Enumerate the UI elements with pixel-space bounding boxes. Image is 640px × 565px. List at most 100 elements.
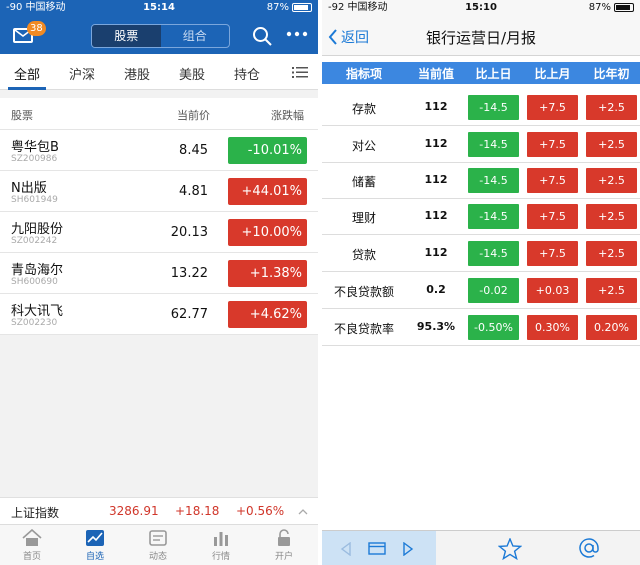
change-badge[interactable]: -10.01%: [228, 137, 307, 164]
tab-feed-label: 动态: [148, 552, 167, 562]
report-row[interactable]: 不良贷款额 0.2 -0.02 +0.03 +2.5: [322, 273, 640, 309]
stock-code: SH600690: [11, 277, 58, 287]
change-badge[interactable]: +4.62%: [228, 301, 307, 328]
stock-name: 粤华包B: [11, 140, 59, 155]
vs-day-cell: -14.5: [468, 241, 519, 266]
tab-holdings[interactable]: 持仓: [234, 64, 260, 83]
tab-us-stocks[interactable]: 美股: [179, 64, 205, 83]
row-value: 112: [424, 246, 448, 259]
column-stock: 股票: [11, 109, 33, 122]
lock-icon: [278, 529, 290, 546]
column-vs-month: 比上月: [534, 67, 571, 81]
tab-shanghai-shenzhen[interactable]: 沪深: [69, 64, 95, 83]
vs-year-cell: 0.20%: [586, 315, 637, 340]
vs-month-cell: +7.5: [527, 132, 578, 157]
tab-home[interactable]: 首页: [12, 529, 52, 562]
stock-code: SZ200986: [11, 154, 58, 164]
report-table-header: 指标项 当前值 比上日 比上月 比年初: [322, 62, 640, 84]
segment-control: 股票 组合: [91, 24, 230, 48]
stock-row[interactable]: 粤华包B SZ200986 8.45 -10.01%: [0, 130, 318, 171]
tab-watchlist[interactable]: 自选: [75, 529, 115, 562]
vs-year-cell: +2.5: [586, 204, 637, 229]
vs-day-cell: -14.5: [468, 204, 519, 229]
page-title: 银行运营日/月报: [425, 29, 537, 47]
at-icon[interactable]: [578, 537, 600, 559]
row-label: 不良贷款额: [333, 285, 394, 299]
vs-month-cell: +7.5: [527, 204, 578, 229]
vs-year-cell: +2.5: [586, 132, 637, 157]
more-icon[interactable]: [286, 31, 308, 37]
vs-day-cell: -14.5: [468, 95, 519, 120]
stock-row[interactable]: 科大讯飞 SZ002230 62.77 +4.62%: [0, 294, 318, 335]
report-row[interactable]: 存款 112 -14.5 +7.5 +2.5: [322, 90, 640, 126]
stock-name: 科大讯飞: [11, 304, 64, 319]
column-indicator: 指标项: [345, 67, 382, 81]
stock-row[interactable]: N出版 SH601949 4.81 +44.01%: [0, 171, 318, 212]
search-icon[interactable]: [252, 26, 272, 46]
stock-price: 8.45: [179, 143, 208, 158]
tab-watchlist-label: 自选: [85, 552, 104, 562]
row-label: 不良贷款率: [333, 322, 394, 336]
report-row[interactable]: 储蓄 112 -14.5 +7.5 +2.5: [322, 163, 640, 199]
vs-year-cell: +2.5: [586, 241, 637, 266]
change-badge[interactable]: +44.01%: [228, 178, 307, 205]
row-label: 存款: [351, 102, 376, 116]
battery-icon: [614, 2, 634, 12]
index-value: 3286.91: [109, 504, 159, 518]
segment-portfolio[interactable]: 组合: [161, 25, 230, 47]
stock-row[interactable]: 青岛海尔 SH600690 13.22 +1.38%: [0, 253, 318, 294]
next-arrow-icon[interactable]: [402, 542, 414, 556]
battery-icon: [292, 2, 312, 12]
card-icon[interactable]: [368, 542, 386, 555]
tab-open-account[interactable]: 开户: [264, 529, 304, 562]
tab-all[interactable]: 全部: [14, 64, 40, 83]
column-vs-year: 比年初: [593, 67, 630, 81]
market-tabs: 全部 沪深 港股 美股 持仓: [0, 54, 318, 90]
column-change[interactable]: 涨跌幅: [271, 107, 304, 123]
stock-price: 20.13: [170, 225, 208, 240]
stock-price: 13.22: [170, 266, 208, 281]
stock-name: 九阳股份: [11, 222, 64, 237]
change-badge[interactable]: +10.00%: [228, 219, 307, 246]
index-percent: +0.56%: [236, 504, 285, 518]
tab-market[interactable]: 行情: [201, 529, 241, 562]
vs-year-cell: +2.5: [586, 168, 637, 193]
stock-code: SZ002242: [11, 236, 58, 246]
report-row[interactable]: 理财 112 -14.5 +7.5 +2.5: [322, 199, 640, 235]
tab-market-label: 行情: [211, 552, 230, 562]
prev-arrow-icon[interactable]: [340, 542, 352, 556]
star-icon[interactable]: [498, 538, 522, 560]
stock-code: SH601949: [11, 195, 58, 205]
report-row[interactable]: 贷款 112 -14.5 +7.5 +2.5: [322, 236, 640, 272]
tab-feed[interactable]: 动态: [138, 529, 178, 562]
bar-chart-icon: [214, 532, 228, 546]
vs-month-cell: 0.30%: [527, 315, 578, 340]
bank-report-screen: -92 中国移动 15:10 87% 返回 银行运营日/月报 指标项 当前值 比…: [322, 0, 640, 565]
chevron-up-icon[interactable]: [298, 507, 308, 517]
battery-indicator: 87%: [589, 0, 634, 16]
battery-label: 87%: [588, 2, 611, 13]
app-header: -90 中国移动 15:14 87% 38 股票 组合: [0, 0, 318, 54]
bottom-tab-bar: 首页 自选 动态 行情 开户: [0, 524, 318, 565]
row-value: 112: [424, 173, 448, 186]
column-current-price[interactable]: 当前价: [177, 107, 210, 123]
watchlist-chart-icon: [86, 530, 104, 546]
tab-hong-kong[interactable]: 港股: [124, 64, 150, 83]
active-tab-indicator: [8, 87, 46, 90]
row-value: 112: [424, 137, 448, 150]
status-bar: -90 中国移动 15:14 87%: [0, 0, 318, 16]
report-row[interactable]: 对公 112 -14.5 +7.5 +2.5: [322, 127, 640, 163]
vs-year-cell: +2.5: [586, 95, 637, 120]
change-badge[interactable]: +1.38%: [228, 260, 307, 287]
index-ticker-bar[interactable]: 上证指数 3286.91 +18.18 +0.56%: [0, 497, 318, 524]
row-label: 贷款: [351, 248, 376, 262]
vs-day-cell: -0.02: [468, 278, 519, 303]
battery-indicator: 87%: [267, 0, 312, 16]
list-menu-icon[interactable]: [292, 67, 308, 78]
report-row[interactable]: 不良贷款率 95.3% -0.50% 0.30% 0.20%: [322, 310, 640, 346]
index-name: 上证指数: [11, 506, 60, 520]
segment-stocks[interactable]: 股票: [92, 25, 161, 47]
stock-list-header: 股票 当前价 涨跌幅: [0, 98, 318, 130]
stock-row[interactable]: 九阳股份 SZ002242 20.13 +10.00%: [0, 212, 318, 253]
stock-price: 62.77: [170, 307, 208, 322]
